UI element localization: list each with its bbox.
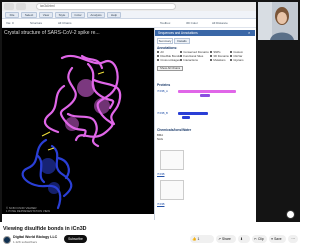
scissors-icon: ✂ (254, 237, 258, 241)
viewer-footer: © NCBI ICN3D VIEWER 1 POSE REPRESENTATIO… (6, 206, 51, 214)
subscriber-count: 1.12K subscribers (13, 240, 38, 244)
checkbox-glycans[interactable]: Glycans (230, 59, 244, 62)
save-icon: ≡ (271, 237, 274, 241)
tab-details[interactable]: Details (174, 38, 190, 44)
save-button[interactable]: ≡Save (269, 235, 286, 243)
menu-style[interactable]: Style (55, 12, 69, 18)
thumbnail-link-2[interactable]: 7NNB (157, 202, 164, 206)
menu-view[interactable]: View (39, 12, 53, 18)
toolbar-structure-item[interactable]: Structure (30, 21, 42, 26)
more-icon: ⋯ (291, 237, 295, 241)
video-title: Viewing disulfide bonds in iCn3D (3, 226, 87, 232)
channel-name[interactable]: Digital World Biology LLC (13, 235, 57, 239)
show-all-chains-button[interactable]: Show All Chains (157, 66, 184, 71)
toolbar-distance-item[interactable]: All Distance (212, 21, 228, 26)
menu-file[interactable]: File (5, 12, 19, 18)
tab-summary[interactable]: Summary (157, 38, 173, 44)
sequence-label-b[interactable]: 7NNB_B (157, 112, 168, 115)
disulfide-mark-b[interactable] (182, 116, 190, 119)
zoom-icon[interactable] (286, 210, 295, 219)
toolbar-color-item[interactable]: 3D Color (186, 21, 198, 26)
share-label: Share (222, 237, 231, 241)
menu-color[interactable]: Color (71, 12, 85, 18)
structure-thumbnail[interactable] (160, 150, 184, 170)
proteins-heading: Proteins (157, 83, 171, 87)
menu-select[interactable]: Select (21, 12, 37, 18)
download-button[interactable]: ⬇ (238, 235, 250, 243)
share-icon: ↗ (218, 237, 222, 241)
chem-item-nag[interactable]: NAG (157, 138, 163, 141)
thumbnail-link-1[interactable]: 7NNB (157, 172, 164, 176)
checkbox-cross-linkages[interactable]: Cross-Linkages (157, 59, 180, 62)
save-label: Save (274, 237, 282, 241)
channel-avatar[interactable] (3, 236, 11, 244)
menu-help[interactable]: Help (107, 12, 121, 18)
toolbar-chains-item[interactable]: All Chains (58, 21, 72, 26)
checkbox-interactions[interactable]: Interactions (180, 59, 198, 62)
webcam-overlay (258, 2, 298, 40)
subscribe-button[interactable]: Subscribe (64, 235, 87, 243)
checkbox-label: Cross-Linkages (160, 58, 180, 62)
clip-label: Clip (258, 237, 264, 241)
forward-icon[interactable] (16, 3, 26, 10)
viewer-footer-line2: 1 POSE REPRESENTATION VIEW (6, 209, 51, 214)
close-icon[interactable]: × (248, 31, 252, 35)
checkbox-mutations[interactable]: Mutations (210, 59, 226, 62)
checkbox-label: Mutations (213, 58, 226, 62)
presenter-image (258, 2, 298, 40)
panel-header: Sequences and Annotations (155, 30, 255, 36)
download-icon: ⬇ (240, 237, 244, 241)
toolbar-toolbox-item[interactable]: Toolbox (160, 21, 170, 26)
url-field[interactable]: icn3d.html (36, 3, 176, 10)
share-button[interactable]: ↗Share (216, 235, 236, 243)
thumbs-up-icon: 👍 (192, 237, 197, 241)
menu-analysis[interactable]: Analysis (87, 12, 105, 18)
more-button[interactable]: ⋯ (288, 235, 298, 243)
toolbar-view-item[interactable]: Vie: 0 (6, 21, 14, 26)
protein-structure-render[interactable] (2, 28, 154, 214)
sequence-label-a[interactable]: 7NNB_A (157, 90, 168, 93)
checkbox-label: Glycans (233, 58, 244, 62)
sequence-track-a[interactable] (178, 90, 236, 93)
structure-thumbnail[interactable] (160, 180, 184, 200)
back-icon[interactable] (4, 3, 14, 10)
checkbox-label: Interactions (183, 58, 198, 62)
like-button[interactable]: 👍1 (190, 235, 214, 243)
disulfide-mark-a[interactable] (200, 94, 210, 97)
like-count: 1 (197, 237, 200, 241)
clip-button[interactable]: ✂Clip (252, 235, 267, 243)
sequence-track-b[interactable] (178, 112, 208, 115)
chemicals-heading: Chemicals/Ions/Water (157, 128, 192, 132)
